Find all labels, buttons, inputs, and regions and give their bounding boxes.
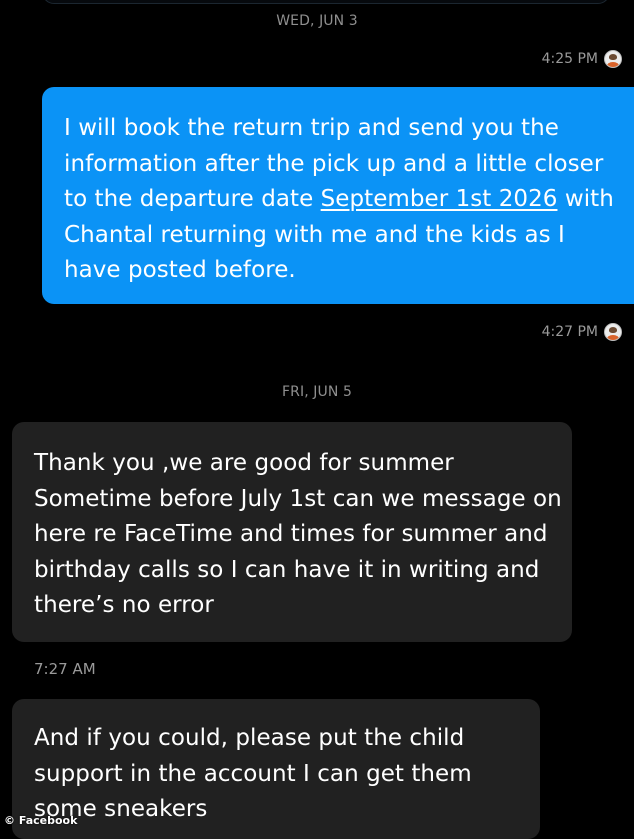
facebook-watermark: © Facebook xyxy=(4,814,78,827)
timestamp-outgoing-2: 4:27 PM xyxy=(542,323,622,341)
incoming-message-text: And if you could, please put the child s… xyxy=(34,725,472,822)
date-separator-wed: WED, JUN 3 xyxy=(276,13,358,29)
avatar-icon[interactable] xyxy=(604,50,622,68)
incoming-message-text: Thank you ,we are good for summer Someti… xyxy=(34,450,562,618)
avatar-icon[interactable] xyxy=(604,323,622,341)
outgoing-message-bubble[interactable]: I will book the return trip and send you… xyxy=(42,87,634,304)
date-separator-fri: FRI, JUN 5 xyxy=(281,384,352,400)
date-link[interactable]: September 1st 2026 xyxy=(321,186,558,212)
timestamp-outgoing-1: 4:25 PM xyxy=(542,50,622,68)
timestamp-text: 4:25 PM xyxy=(541,51,598,67)
timestamp-text: 4:27 PM xyxy=(541,324,598,340)
previous-message-bubble-edge xyxy=(42,0,610,4)
timestamp-incoming: 7:27 AM xyxy=(34,660,96,678)
incoming-message-bubble-2[interactable]: And if you could, please put the child s… xyxy=(12,699,540,839)
incoming-message-bubble[interactable]: Thank you ,we are good for summer Someti… xyxy=(12,422,572,642)
